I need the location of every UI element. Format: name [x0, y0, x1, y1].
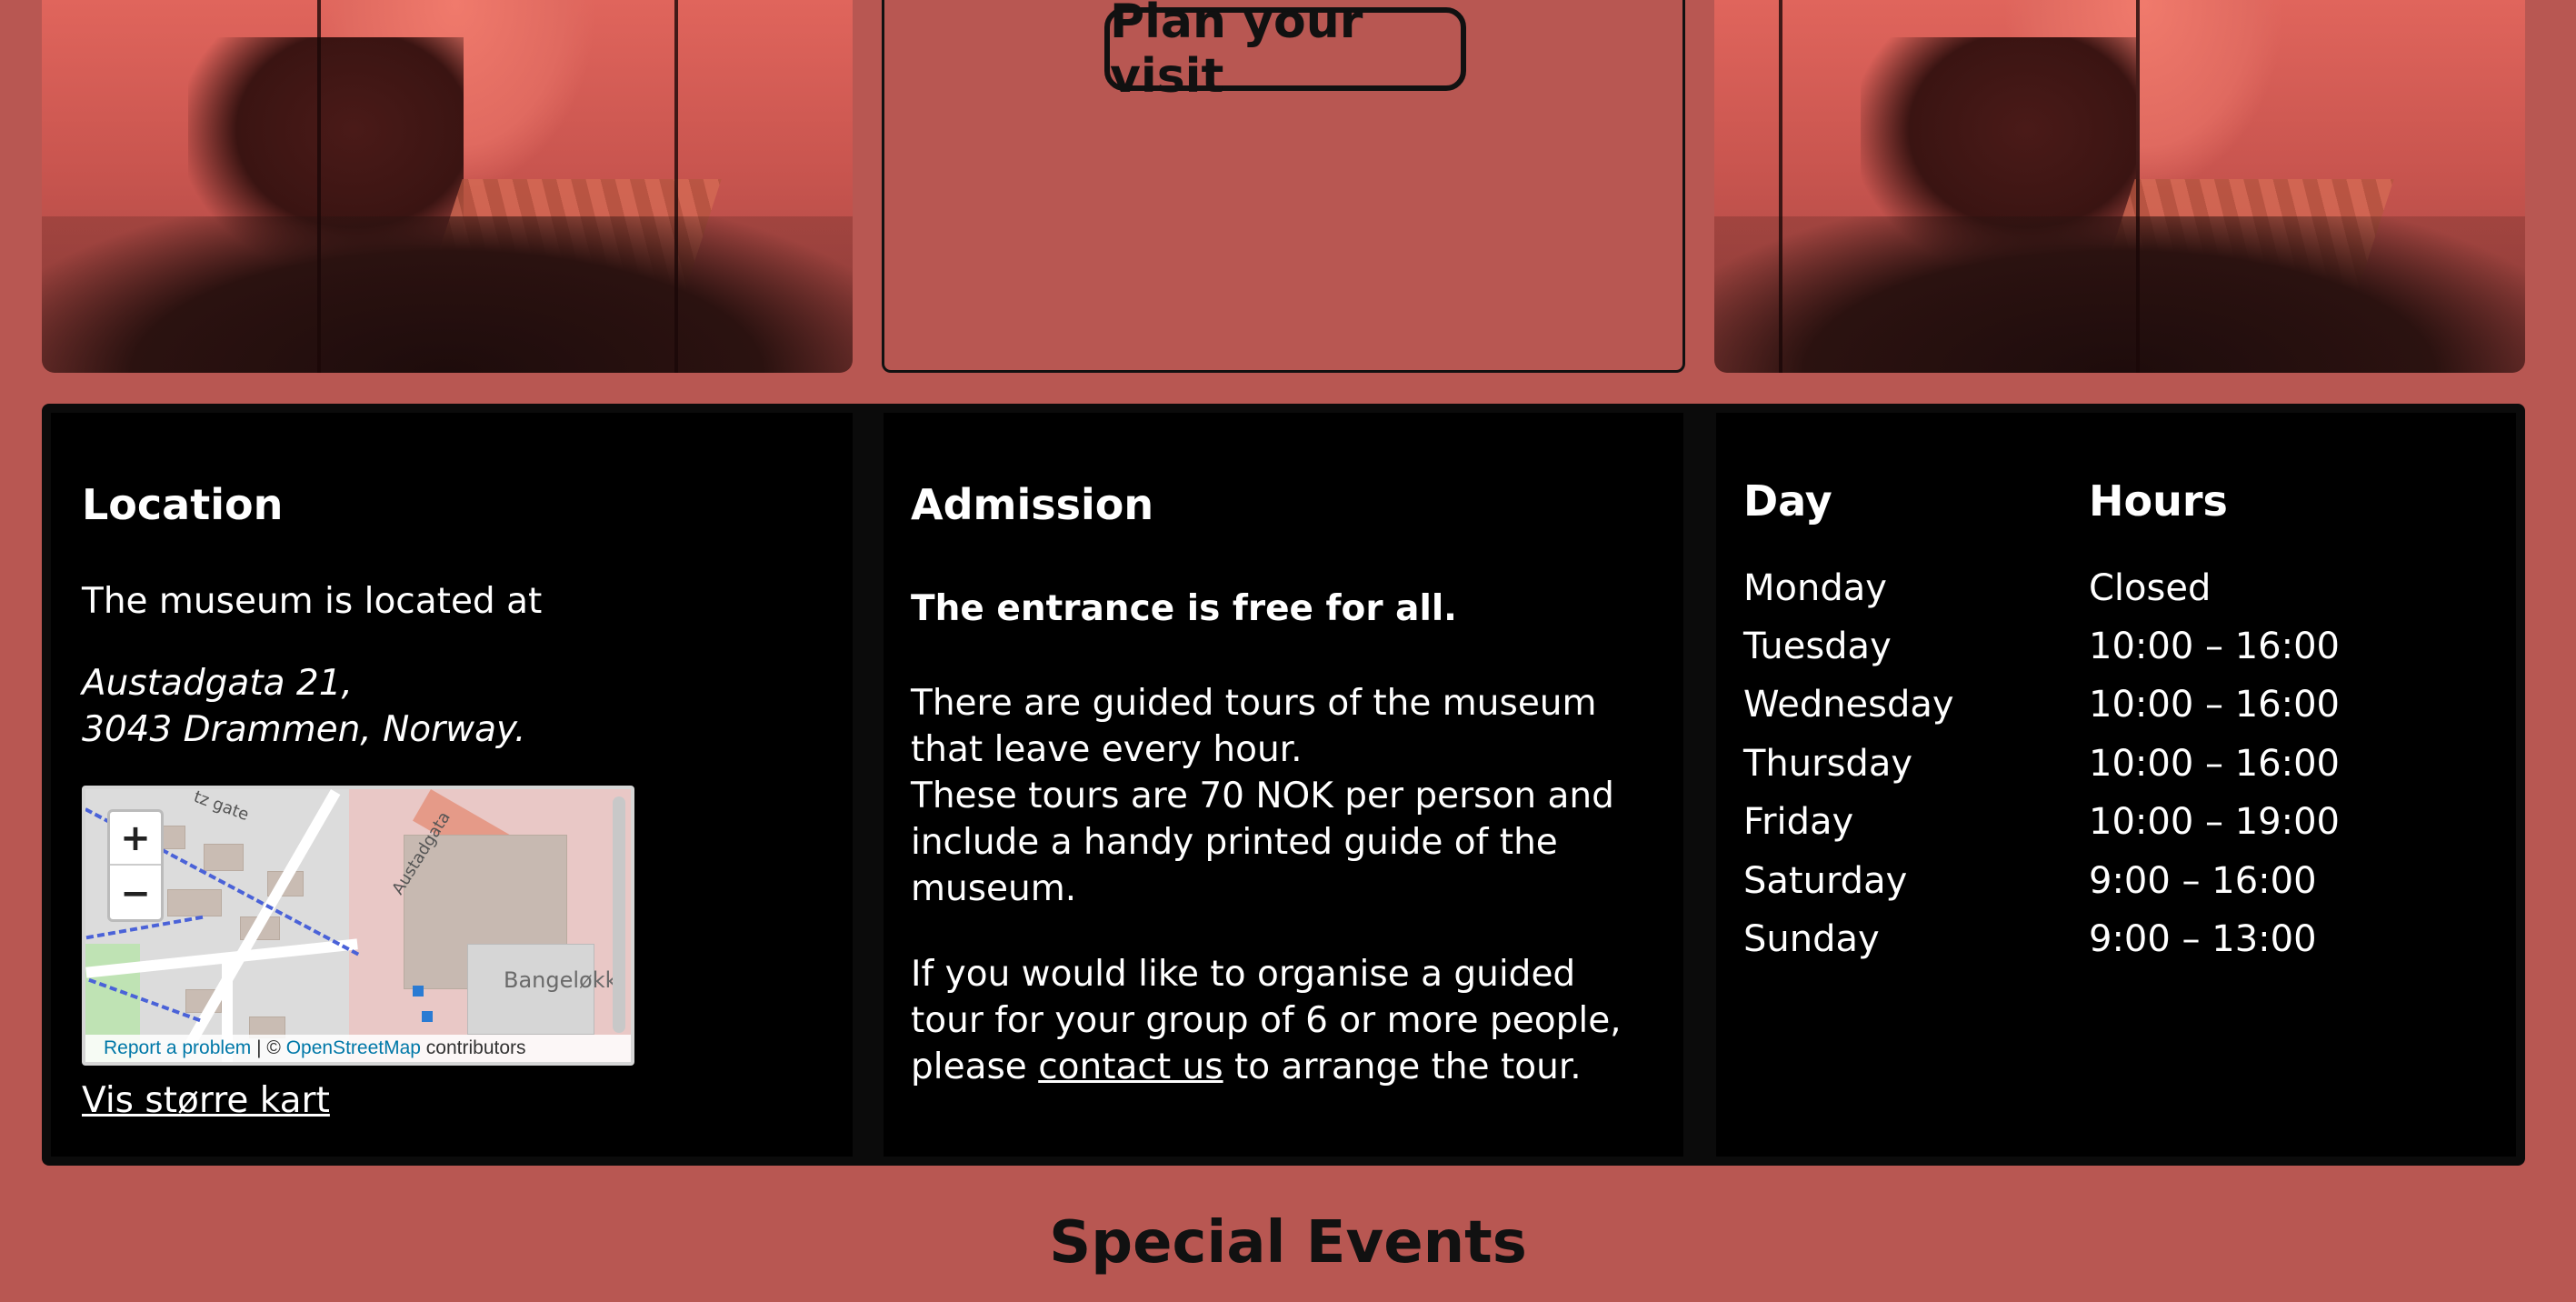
group-suffix: to arrange the tour. — [1223, 1047, 1582, 1087]
hours-row-time: 10:00 – 16:00 — [2089, 626, 2340, 667]
hours-row-time: 9:00 – 16:00 — [2089, 860, 2317, 902]
location-address: Austadgata 21, 3043 Drammen, Norway. — [82, 660, 525, 753]
tours-line: museum. — [911, 868, 1077, 909]
map-scrollbar[interactable] — [613, 796, 625, 1033]
group-line: please contact us to arrange the tour. — [911, 1044, 1674, 1090]
plan-your-visit-button[interactable]: Plan your visit — [1104, 0, 1466, 104]
hours-row-time: Closed — [2089, 567, 2212, 609]
map-street-label: tz gate — [191, 786, 252, 826]
tours-line: These tours are 70 NOK per person and — [911, 776, 1614, 816]
hours-row-time: 10:00 – 16:00 — [2089, 743, 2340, 785]
opening-hours-card: Day Hours Monday Closed Tuesday 10:00 – … — [1716, 413, 2516, 1157]
hours-row-time: 10:00 – 16:00 — [2089, 684, 2340, 726]
location-heading: Location — [82, 480, 284, 529]
map-place-label: Bangeløkk — [504, 967, 618, 993]
location-lead: The museum is located at — [82, 581, 543, 622]
hours-column-header: Hours — [2089, 476, 2228, 526]
map-attribution: Report a problem | © OpenStreetMap contr… — [85, 1035, 631, 1062]
tours-line: that leave every hour. — [911, 729, 1303, 770]
zoom-in-button[interactable]: + — [110, 812, 161, 866]
page: Plan your visit Location The museum is l… — [0, 0, 2576, 1302]
admission-free-text: The entrance is free for all. — [911, 588, 1457, 629]
tours-line: include a handy printed guide of the — [911, 822, 1558, 863]
tours-line: There are guided tours of the museum — [911, 683, 1597, 724]
plan-visit-panel: Plan your visit — [882, 0, 1685, 373]
visitor-photo-left — [42, 0, 853, 373]
guided-tours-text: There are guided tours of the museum tha… — [911, 680, 1674, 912]
address-line-2: 3043 Drammen, Norway. — [82, 709, 526, 750]
hours-row-day: Thursday — [1743, 743, 1912, 785]
group-line: If you would like to organise a guided — [911, 954, 1576, 995]
day-column-header: Day — [1743, 476, 1832, 526]
map-zoom-control: + − — [107, 809, 164, 922]
special-events-heading: Special Events — [1049, 1209, 1527, 1277]
admission-heading: Admission — [911, 480, 1154, 529]
hours-row-time: 10:00 – 19:00 — [2089, 801, 2340, 843]
location-card: Location The museum is located at Austad… — [51, 413, 853, 1157]
address-line-1: Austadgata 21, — [82, 663, 353, 704]
hours-row-day: Sunday — [1743, 918, 1880, 960]
contact-us-link[interactable]: contact us — [1038, 1047, 1223, 1087]
openstreetmap-link[interactable]: OpenStreetMap — [286, 1037, 421, 1058]
group-line: tour for your group of 6 or more people, — [911, 1000, 1622, 1041]
hours-row-day: Monday — [1743, 567, 1887, 609]
visitor-photo-right — [1714, 0, 2525, 373]
group-prefix: please — [911, 1047, 1039, 1087]
group-tour-text: If you would like to organise a guided t… — [911, 951, 1674, 1090]
report-problem-link[interactable]: Report a problem — [104, 1037, 251, 1058]
visit-info-section: Location The museum is located at Austad… — [42, 404, 2525, 1166]
attribution-separator: | © — [251, 1037, 286, 1058]
hours-row-day: Friday — [1743, 801, 1854, 843]
hours-row-day: Wednesday — [1743, 684, 1954, 726]
hours-row-day: Saturday — [1743, 860, 1908, 902]
view-larger-map-link[interactable]: Vis større kart — [82, 1080, 330, 1121]
attribution-suffix: contributors — [420, 1037, 526, 1058]
hours-row-time: 9:00 – 13:00 — [2089, 918, 2317, 960]
zoom-out-button[interactable]: − — [110, 866, 161, 920]
hours-row-day: Tuesday — [1743, 626, 1892, 667]
admission-card: Admission The entrance is free for all. … — [884, 413, 1683, 1157]
location-map[interactable]: tz gate Austadgata Bangeløkk + − Report … — [82, 786, 634, 1066]
